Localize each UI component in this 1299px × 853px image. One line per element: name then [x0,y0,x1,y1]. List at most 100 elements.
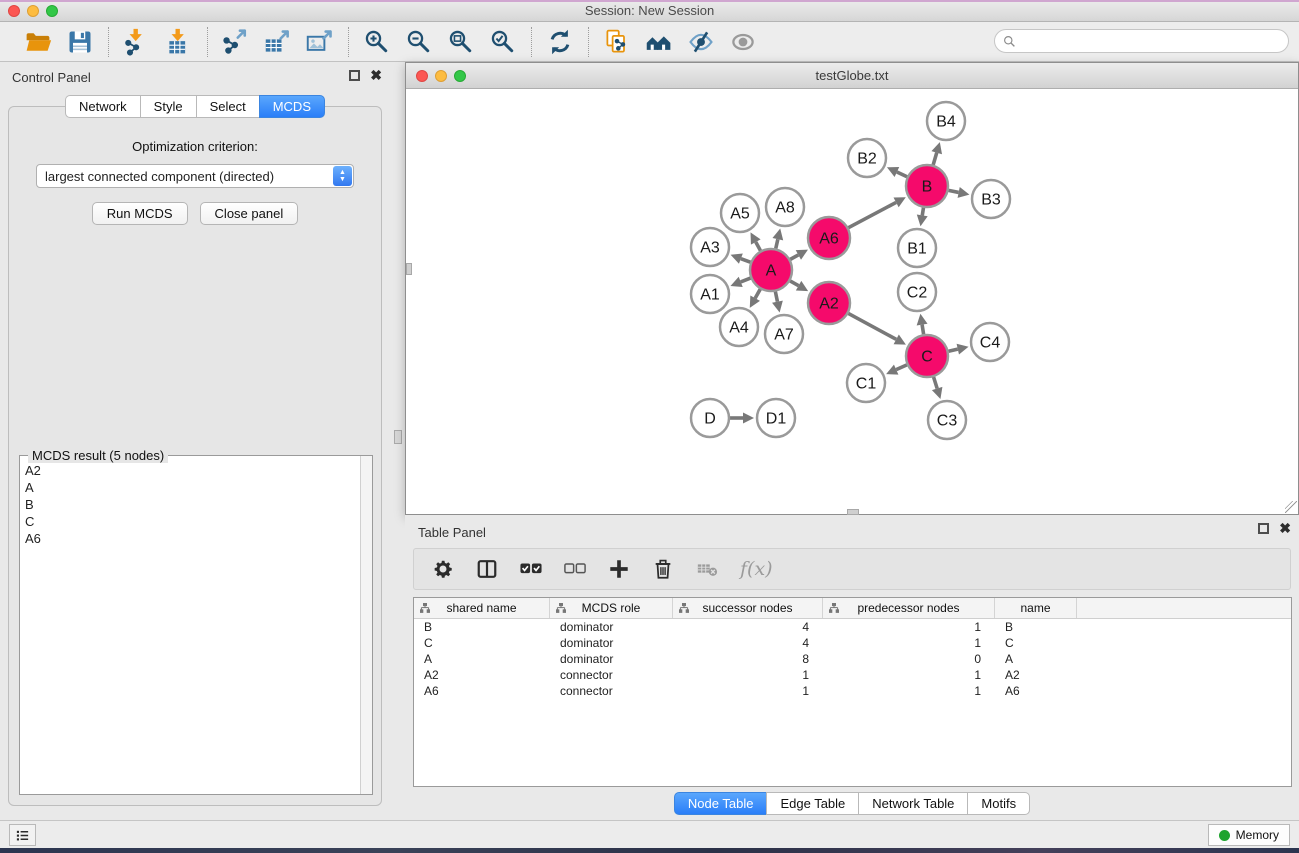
run-mcds-button[interactable]: Run MCDS [92,202,188,225]
result-item[interactable]: B [21,496,360,513]
node-label-A7: A7 [774,327,794,344]
edge-A6-B[interactable] [848,202,896,227]
edge-C-C4[interactable] [948,349,957,351]
save-session-button[interactable] [62,26,98,58]
result-item[interactable]: A2 [21,462,360,479]
select-all-icon [520,558,542,580]
refresh-layout-button[interactable] [542,26,578,58]
desktop-wallpaper-strip [0,848,1299,853]
tab-node-table[interactable]: Node Table [674,792,767,815]
table-row[interactable]: A2connector11A2 [414,667,1291,683]
close-table-panel-icon[interactable]: ✖ [1279,523,1291,534]
select-all-button[interactable] [520,558,542,580]
tab-network-table[interactable]: Network Table [858,792,967,815]
memory-button[interactable]: Memory [1208,824,1290,846]
edge-C-C3[interactable] [934,377,938,389]
network-canvas[interactable]: AA1A2A3A4A5A6A7A8BB1B2B3B4CC1C2C3C4DD1 [407,89,1297,514]
zoom-out-button[interactable] [401,26,437,58]
delete-column-button[interactable] [652,558,674,580]
tab-network[interactable]: Network [65,95,140,118]
open-session-button[interactable] [20,26,56,58]
mcds-tab-content: Optimization criterion: largest connecte… [8,106,382,806]
show-hide-button[interactable] [725,26,761,58]
zoom-fit-button[interactable] [443,26,479,58]
result-scrollbar[interactable] [360,456,372,794]
edge-C-C2[interactable] [922,325,924,335]
deselect-all-icon [564,558,586,580]
deselect-all-button[interactable] [564,558,586,580]
arrowhead [957,344,969,355]
toggle-graphics-details-button[interactable] [683,26,719,58]
new-network-from-selection-button[interactable] [599,26,635,58]
import-table-button[interactable] [161,26,197,58]
column-header-MCDS-role[interactable]: MCDS role [550,598,673,618]
control-panel-title: Control Panel [12,70,91,85]
canvas-left-handle[interactable] [406,263,412,275]
edge-B-B2[interactable] [897,172,907,177]
zoom-in-button[interactable] [359,26,395,58]
tab-style[interactable]: Style [140,95,196,118]
edge-A-A4[interactable] [755,289,760,298]
column-layout-button[interactable] [476,558,498,580]
node-label-C3: C3 [937,413,958,430]
table-row[interactable]: Cdominator41C [414,635,1291,651]
window-titlebar[interactable]: Session: New Session [0,0,1299,22]
close-panel-button[interactable]: Close panel [200,202,299,225]
column-header-predecessor-nodes[interactable]: predecessor nodes [823,598,995,618]
search-box[interactable] [994,29,1289,53]
close-panel-icon[interactable]: ✖ [370,70,382,81]
mcds-result-list[interactable]: A2ABCA6 [21,462,360,793]
tab-mcds[interactable]: MCDS [259,95,325,118]
export-table-button[interactable] [260,26,296,58]
result-item[interactable]: C [21,513,360,530]
splitter-handle[interactable] [394,430,402,444]
window-resize-grip[interactable] [1285,501,1297,513]
import-network-button[interactable] [119,26,155,58]
edge-A-A2[interactable] [790,281,798,286]
cell: 8 [673,652,823,666]
float-panel-icon[interactable] [349,70,360,81]
criterion-select[interactable]: largest connected component (directed) ▲… [36,164,354,188]
edge-A-A7[interactable] [775,292,777,302]
edge-A2-C[interactable] [848,313,896,339]
edge-B-B4[interactable] [933,153,937,165]
panel-splitter[interactable] [390,62,405,820]
table-row[interactable]: Adominator80A [414,651,1291,667]
column-header-successor-nodes[interactable]: successor nodes [673,598,823,618]
export-network-button[interactable] [218,26,254,58]
node-label-B3: B3 [981,192,1001,209]
edge-B-B3[interactable] [949,190,959,192]
float-table-panel-icon[interactable] [1258,523,1269,534]
network-window-titlebar[interactable]: testGlobe.txt [406,63,1298,89]
add-column-button[interactable] [608,558,630,580]
table-row[interactable]: Bdominator41B [414,619,1291,635]
network-graph[interactable]: AA1A2A3A4A5A6A7A8BB1B2B3B4CC1C2C3C4DD1 [407,89,1297,514]
edge-C-C1[interactable] [896,365,907,370]
arrowhead [743,413,754,424]
result-item[interactable]: A6 [21,530,360,547]
node-table[interactable]: shared nameMCDS rolesuccessor nodesprede… [413,597,1292,787]
gear-button[interactable] [432,558,454,580]
tab-edge-table[interactable]: Edge Table [766,792,858,815]
home-button[interactable] [641,26,677,58]
edge-A-A5[interactable] [756,242,761,251]
table-row[interactable]: A6connector11A6 [414,683,1291,699]
show-panels-button[interactable] [9,824,36,846]
column-header-name[interactable]: name [995,598,1077,618]
export-image-button[interactable] [302,26,338,58]
edge-A-A3[interactable] [741,259,751,263]
edge-B-B1[interactable] [922,208,923,216]
zoom-selected-button[interactable] [485,26,521,58]
result-item[interactable]: A [21,479,360,496]
delete-column-icon [652,558,674,580]
network-window-title: testGlobe.txt [406,68,1298,83]
edge-A-A8[interactable] [776,239,778,248]
search-input[interactable] [1016,32,1288,50]
edge-A-A1[interactable] [741,278,751,282]
network-view-window[interactable]: testGlobe.txt AA1A2A3A4A5A6A7A8BB1B2B3B4… [405,62,1299,515]
column-header-shared-name[interactable]: shared name [414,598,550,618]
tab-select[interactable]: Select [196,95,259,118]
edge-A-A6[interactable] [790,255,798,259]
tab-motifs[interactable]: Motifs [967,792,1030,815]
show-hide-icon [729,28,757,56]
